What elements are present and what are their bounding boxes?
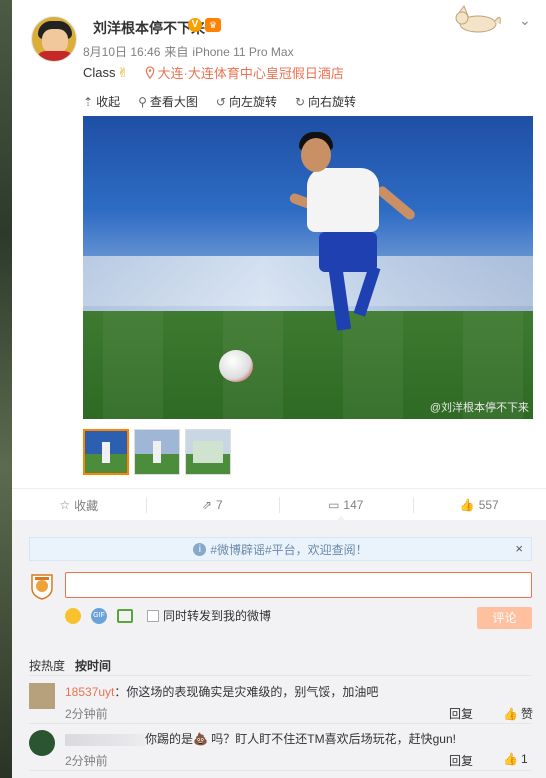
thumbnail-3[interactable] bbox=[185, 429, 231, 475]
submit-comment-button[interactable]: 评论 bbox=[477, 607, 532, 629]
chevron-down-icon[interactable]: ⌄ bbox=[519, 12, 531, 29]
collapse-label: 收起 bbox=[96, 95, 121, 109]
reply-button[interactable]: 回复 bbox=[449, 705, 473, 722]
user-badges: V ♛ bbox=[188, 18, 221, 32]
comment-input[interactable] bbox=[65, 572, 532, 598]
view-large-label: 查看大图 bbox=[149, 95, 198, 109]
weibo-post-card: 刘洋根本停不下来 V ♛ ⌄ 8月10日 16:46 来自 iPhone 11 Pr… bbox=[12, 0, 546, 778]
comment-body: 18537uyt：你这场的表现确实是灾难级的，别气馁，加油吧 bbox=[65, 683, 378, 700]
info-icon: i bbox=[193, 542, 207, 556]
source-prefix: 来自 bbox=[164, 45, 189, 59]
repost-icon: ⇗ bbox=[201, 498, 212, 512]
rumor-notice: i #微博辟谣# 平台，欢迎查阅！ × bbox=[29, 537, 532, 561]
thumbnail-strip bbox=[83, 429, 231, 475]
photo-watermark: @刘洋根本停不下来 bbox=[429, 402, 529, 414]
fox-mascot-icon bbox=[455, 4, 501, 33]
comment-body: 你踢的是💩 吗？盯人盯不住还TM喜欢后场玩花，赶快gun! bbox=[65, 730, 456, 747]
collapse-button[interactable]: ⇡ 收起 bbox=[83, 93, 120, 110]
view-large-button[interactable]: ⚲ 查看大图 bbox=[138, 93, 198, 110]
post-meta: 8月10日 16:46 来自 iPhone 11 Pro Max bbox=[83, 43, 298, 60]
comment-text: ：你这场的表现确实是灾难级的，别气馁，加油吧 bbox=[114, 685, 379, 699]
notice-text: 平台，欢迎查阅！ bbox=[271, 542, 368, 557]
favorite-label: 收藏 bbox=[74, 498, 99, 513]
comments-section: i #微博辟谣# 平台，欢迎查阅！ × GIF 同时转发到我的微博 评论 按热度… bbox=[12, 520, 546, 778]
location-pin-icon bbox=[145, 66, 154, 79]
divider bbox=[29, 723, 532, 724]
notice-tag-link[interactable]: #微博辟谣# bbox=[210, 541, 271, 558]
image-icon[interactable] bbox=[117, 608, 133, 623]
collapse-icon: ⇡ bbox=[83, 94, 94, 109]
rotate-left-button[interactable]: ↺ 向左旋转 bbox=[216, 93, 277, 110]
comment-count: 147 bbox=[343, 498, 364, 512]
commenter-name[interactable]: 18537uyt bbox=[65, 685, 114, 699]
source-device: iPhone 11 Pro Max bbox=[192, 45, 294, 59]
post-date[interactable]: 8月10日 16:46 bbox=[83, 45, 160, 59]
thumbs-up-icon: 👍 bbox=[459, 498, 475, 512]
comment-text: 你踢的是💩 吗？盯人盯不住还TM喜欢后场玩花，赶快gun! bbox=[145, 732, 456, 746]
thumbs-up-icon: 👍 bbox=[503, 752, 518, 766]
magnifier-icon: ⚲ bbox=[138, 94, 147, 109]
star-icon: ☆ bbox=[59, 498, 71, 512]
post-actions: ☆ 收藏 ⇗ 7 ▭ 147 👍 557 bbox=[12, 488, 546, 520]
comment-like-button[interactable]: 👍 1 bbox=[503, 752, 528, 766]
repost-checkbox-label: 同时转发到我的微博 bbox=[163, 609, 272, 623]
comment-like-button[interactable]: 👍 赞 bbox=[503, 705, 533, 722]
comment-time: 2分钟前 bbox=[65, 754, 108, 768]
comment-like-label: 赞 bbox=[520, 707, 533, 721]
user-avatar[interactable] bbox=[31, 16, 77, 62]
comment-icon: ▭ bbox=[328, 498, 340, 512]
comment-like-label: 1 bbox=[520, 752, 528, 766]
comment-time: 2分钟前 bbox=[65, 707, 108, 721]
thumbnail-1[interactable] bbox=[83, 429, 129, 475]
post-content: Class ✌ 大连·大连体育中心皇冠假日酒店 bbox=[83, 63, 344, 82]
football bbox=[219, 350, 253, 382]
comment-item: 你踢的是💩 吗？盯人盯不住还TM喜欢后场玩花，赶快gun! 2分钟前 回复 👍 1 bbox=[29, 730, 532, 774]
repost-checkbox[interactable] bbox=[147, 609, 159, 622]
verified-badge-icon[interactable]: V bbox=[188, 18, 202, 32]
repost-count: 7 bbox=[215, 498, 223, 512]
location-link[interactable]: 大连·大连体育中心皇冠假日酒店 bbox=[144, 63, 344, 82]
favorite-button[interactable]: ☆ 收藏 bbox=[12, 489, 146, 521]
comment-button[interactable]: ▭ 147 bbox=[279, 489, 413, 521]
comment-tools: GIF 同时转发到我的微博 bbox=[65, 607, 271, 624]
rotate-right-button[interactable]: ↻ 向右旋转 bbox=[295, 93, 356, 110]
like-count: 557 bbox=[478, 498, 499, 512]
club-logo-avatar bbox=[31, 574, 53, 600]
redacted-username bbox=[65, 733, 145, 746]
commenter-avatar[interactable] bbox=[29, 730, 55, 756]
member-badge-icon[interactable]: ♛ bbox=[205, 18, 221, 32]
post-header: 刘洋根本停不下来 V ♛ ⌄ 8月10日 16:46 来自 iPhone 11 Pr… bbox=[12, 0, 546, 88]
divider bbox=[29, 770, 532, 771]
thumbs-up-icon: 👍 bbox=[503, 706, 518, 721]
rotate-left-icon: ↺ bbox=[215, 94, 226, 109]
thumbnail-2[interactable] bbox=[134, 429, 180, 475]
location-label: 大连·大连体育中心皇冠假日酒店 bbox=[157, 66, 344, 81]
reply-button[interactable]: 回复 bbox=[449, 752, 473, 769]
rotate-right-icon: ↻ bbox=[294, 94, 306, 109]
post-text: Class bbox=[83, 65, 116, 80]
divider bbox=[29, 675, 532, 676]
rotate-left-label: 向左旋转 bbox=[228, 95, 277, 109]
like-button[interactable]: 👍 557 bbox=[412, 489, 546, 521]
comment-item: 18537uyt：你这场的表现确实是灾难级的，别气馁，加油吧 2分钟前 回复 👍… bbox=[29, 683, 533, 727]
emoji-icon[interactable] bbox=[65, 607, 81, 624]
commenter-avatar[interactable] bbox=[29, 683, 55, 709]
sort-by-time-tab[interactable]: 按时间 bbox=[75, 657, 111, 674]
gif-icon[interactable]: GIF bbox=[91, 607, 107, 624]
sort-by-hot-tab[interactable]: 按热度 bbox=[29, 657, 65, 674]
close-icon[interactable]: × bbox=[515, 541, 523, 556]
sort-tabs: 按热度 按时间 bbox=[29, 657, 111, 674]
post-photo[interactable]: @刘洋根本停不下来 bbox=[83, 116, 533, 419]
rotate-right-label: 向右旋转 bbox=[308, 95, 357, 109]
background-photo-strip bbox=[0, 0, 12, 778]
repost-button[interactable]: ⇗ 7 bbox=[145, 489, 280, 521]
image-toolbar: ⇡ 收起 ⚲ 查看大图 ↺ 向左旋转 ↻ 向右旋转 bbox=[83, 93, 356, 110]
clapping-emoji-icon: ✌ bbox=[117, 64, 129, 80]
